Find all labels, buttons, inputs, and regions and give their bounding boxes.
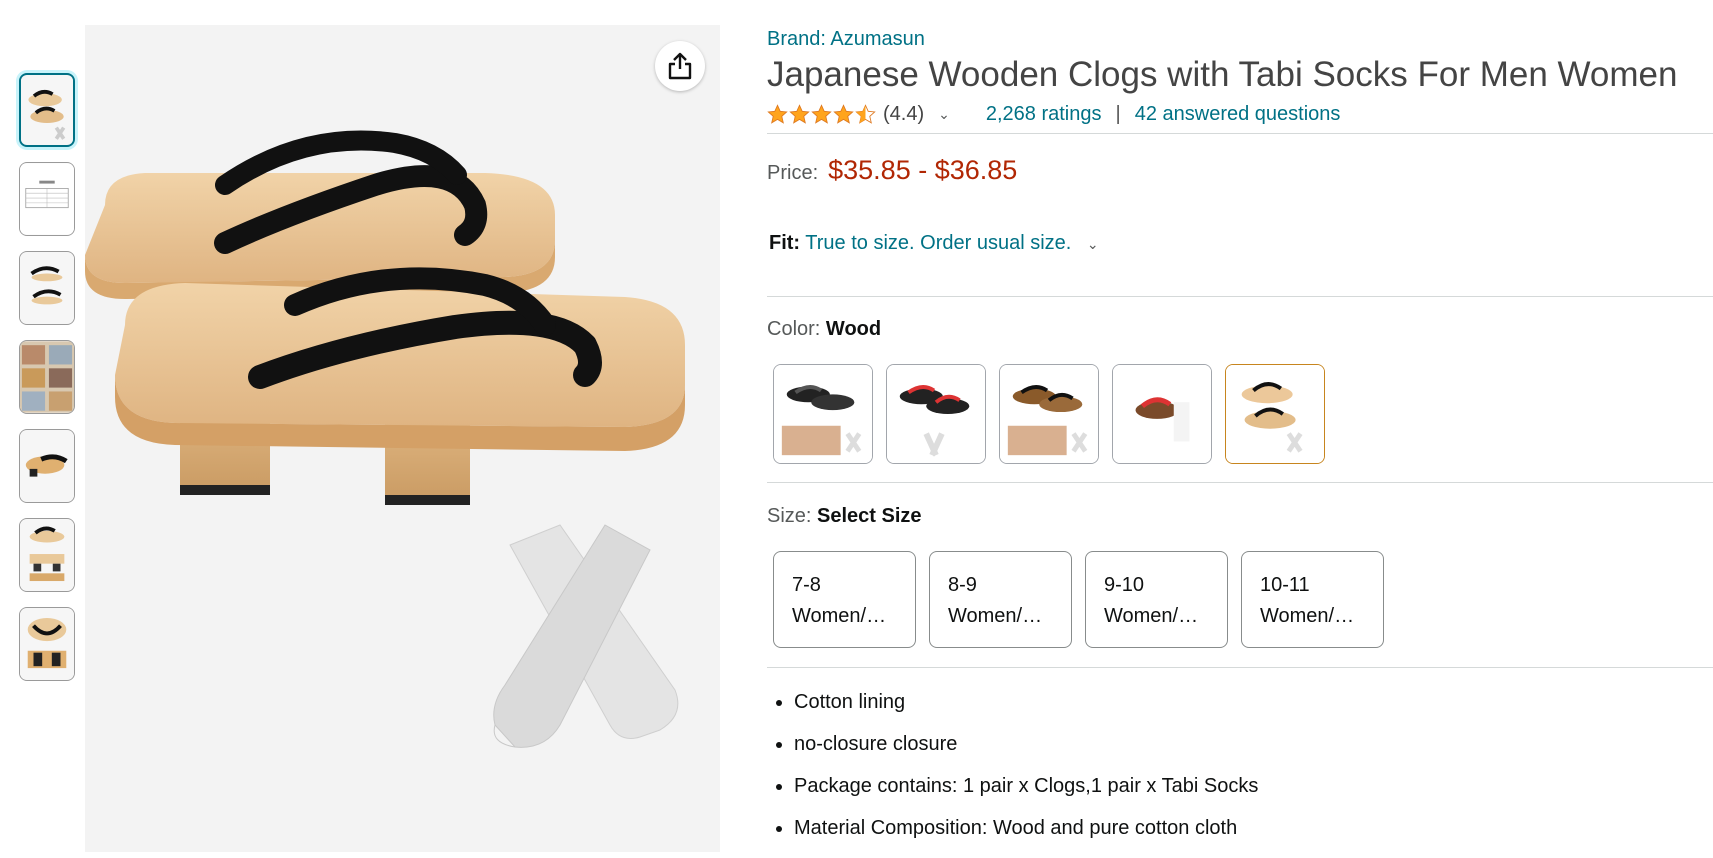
star-icon	[789, 103, 810, 124]
thumbnail-6[interactable]	[19, 518, 75, 592]
size-option-10-11[interactable]: 10-11 Women/…	[1241, 551, 1384, 648]
star-icon	[811, 103, 832, 124]
fit-label: Fit:	[769, 232, 801, 254]
color-swatches	[773, 364, 1338, 464]
divider	[767, 296, 1713, 297]
half-star-icon	[855, 103, 876, 124]
size-option-line2: Women/…	[948, 605, 1043, 627]
size-value: Select Size	[817, 505, 922, 527]
divider	[767, 667, 1713, 668]
feature-bullet: Material Composition: Wood and pure cott…	[794, 816, 1258, 840]
product-title: Japanese Wooden Clogs with Tabi Socks Fo…	[767, 55, 1678, 94]
size-options: 7-8 Women/… 8-9 Women/… 9-10 Women/… 10-…	[773, 551, 1397, 648]
price-label: Price:	[767, 162, 819, 184]
size-option-8-9[interactable]: 8-9 Women/…	[929, 551, 1072, 648]
divider	[767, 133, 1713, 134]
rating-value: (4.4)	[883, 102, 925, 125]
star-icon	[767, 103, 788, 124]
size-option-line2: Women/…	[792, 605, 887, 627]
thumbnail-5[interactable]	[19, 429, 75, 503]
thumbnail-3[interactable]	[19, 251, 75, 325]
main-product-image[interactable]	[85, 25, 720, 852]
share-button[interactable]	[655, 41, 705, 91]
chevron-down-icon[interactable]: ⌄	[938, 106, 950, 123]
rating-row: (4.4) ⌄ 2,268 ratings | 42 answered ques…	[767, 99, 1713, 129]
fit-row[interactable]: Fit: True to size. Order usual size. ⌄	[769, 232, 1135, 255]
share-icon	[668, 52, 692, 80]
thumbnail-7[interactable]	[19, 607, 75, 681]
product-info: Brand: Azumasun Japanese Wooden Clogs wi…	[767, 26, 1713, 129]
feature-bullets: Cotton lining no-closure closure Package…	[767, 690, 1258, 858]
size-label: Size:	[767, 505, 812, 527]
star-rating[interactable]	[767, 103, 877, 125]
feature-bullet: Package contains: 1 pair x Clogs,1 pair …	[794, 774, 1258, 798]
thumbnail-4[interactable]	[19, 340, 75, 414]
size-option-9-10[interactable]: 9-10 Women/…	[1085, 551, 1228, 648]
swatch-brown[interactable]	[999, 364, 1099, 464]
size-option-7-8[interactable]: 7-8 Women/…	[773, 551, 916, 648]
divider	[767, 482, 1713, 483]
brand-link[interactable]: Brand: Azumasun	[767, 26, 925, 52]
color-value: Wood	[825, 318, 882, 340]
size-row: Size: Select Size	[767, 505, 922, 528]
size-option-line2: Women/…	[1260, 605, 1355, 627]
thumbnail-2[interactable]	[19, 162, 75, 236]
size-option-line1: 9-10	[1104, 574, 1145, 596]
feature-bullet: Cotton lining	[794, 690, 1258, 714]
price-row: Price: $35.85 - $36.85	[767, 155, 1017, 186]
feature-bullet: no-closure closure	[794, 732, 1258, 756]
size-option-line2: Women/…	[1104, 605, 1199, 627]
size-option-line1: 10-11	[1260, 574, 1310, 596]
color-row: Color: Wood	[767, 318, 881, 341]
answered-questions-link[interactable]: 42 answered questions	[1135, 103, 1341, 126]
swatch-red[interactable]	[1112, 364, 1212, 464]
swatch-black-red[interactable]	[886, 364, 986, 464]
separator: |	[1115, 102, 1121, 125]
size-option-line1: 8-9	[948, 574, 977, 596]
thumbnail-1[interactable]	[19, 73, 75, 147]
thumbnail-strip	[19, 73, 79, 696]
ratings-count-link[interactable]: 2,268 ratings	[986, 103, 1102, 126]
swatch-black[interactable]	[773, 364, 873, 464]
price-value: $35.85 - $36.85	[828, 155, 1018, 185]
color-label: Color:	[767, 318, 821, 340]
size-option-line1: 7-8	[792, 574, 821, 596]
star-icon	[833, 103, 854, 124]
fit-text[interactable]: True to size. Order usual size.	[805, 232, 1071, 254]
chevron-down-icon[interactable]: ⌄	[1087, 236, 1099, 252]
clogs-illustration	[85, 25, 720, 852]
swatch-wood[interactable]	[1225, 364, 1325, 464]
